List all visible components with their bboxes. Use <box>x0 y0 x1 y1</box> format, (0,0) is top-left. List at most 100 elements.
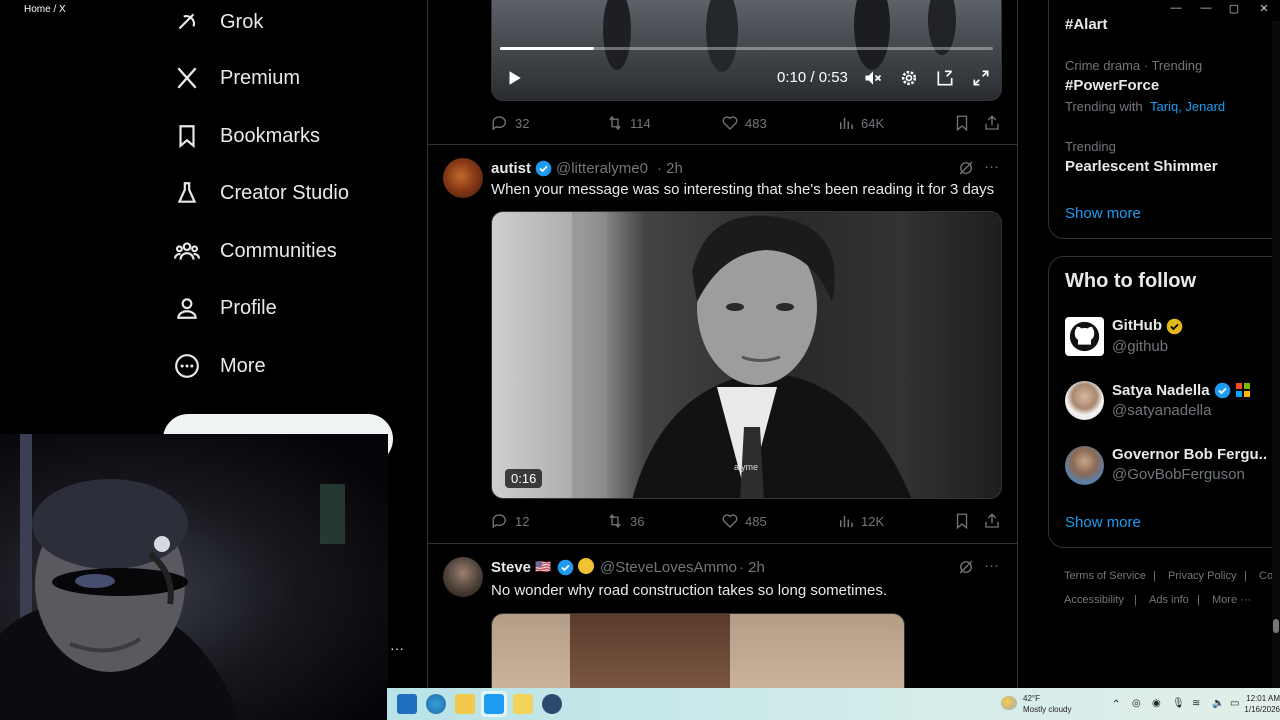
video-time: 0:10 / 0:53 <box>777 69 848 86</box>
views-button[interactable]: 64K <box>837 114 884 132</box>
reply-icon <box>492 514 506 529</box>
trend-related-links[interactable]: Tariq, Jenard <box>1150 99 1225 114</box>
wifi-icon[interactable]: ≋ <box>1192 698 1200 709</box>
video-player[interactable]: alyme 0:16 <box>491 211 1002 499</box>
steam-app-icon[interactable] <box>542 694 562 714</box>
trend-topic[interactable]: Pearlescent Shimmer <box>1065 158 1218 175</box>
nav-item-premium[interactable]: Premium <box>174 58 404 98</box>
verified-badge-icon <box>557 559 574 576</box>
tray-app-icon[interactable]: ◎ <box>1132 698 1141 709</box>
calculator-app-icon[interactable] <box>397 694 417 714</box>
views-button[interactable]: 12K <box>837 512 884 530</box>
file-explorer-icon[interactable] <box>455 694 475 714</box>
tweet-author-name[interactable]: autist <box>491 160 531 177</box>
nav-item-profile[interactable]: Profile <box>174 288 404 328</box>
nav-item-bookmarks[interactable]: Bookmarks <box>174 116 404 156</box>
nav-item-creator-studio[interactable]: Creator Studio <box>174 173 404 213</box>
pinned-app-icon[interactable] <box>513 694 533 714</box>
nav-label-creator-studio: Creator Studio <box>220 181 349 204</box>
edge-browser-icon[interactable] <box>426 694 446 714</box>
follow-handle[interactable]: @GovBobFerguson <box>1112 466 1245 483</box>
avatar[interactable] <box>443 158 483 198</box>
trends-panel <box>1048 0 1280 239</box>
microsoft-affiliate-icon <box>1236 383 1250 397</box>
tweet-handle[interactable]: @SteveLovesAmmo <box>600 559 737 576</box>
footer-link-accessibility[interactable]: Accessibility <box>1064 594 1124 606</box>
who-to-follow-show-more[interactable]: Show more <box>1065 514 1141 531</box>
footer-link-privacy[interactable]: Privacy Policy <box>1168 570 1236 582</box>
follow-name[interactable]: Governor Bob Fergu... <box>1112 446 1267 463</box>
nav-label-premium: Premium <box>220 66 301 89</box>
github-logo-icon <box>1069 321 1100 352</box>
heart-icon <box>722 116 738 130</box>
weather-icon[interactable] <box>1001 696 1017 710</box>
twitter-app-icon[interactable] <box>484 694 504 714</box>
microphone-icon[interactable]: 🎙 <box>1172 698 1185 709</box>
footer-link-terms[interactable]: Terms of Service <box>1064 570 1146 582</box>
picture-in-picture-icon[interactable] <box>935 68 955 88</box>
webcam-overlay <box>0 434 388 720</box>
footer-separator: | <box>1134 594 1137 606</box>
share-icon[interactable] <box>983 114 1001 132</box>
fullscreen-icon[interactable] <box>971 68 991 88</box>
tweet-time[interactable]: · 2h <box>739 559 765 576</box>
grok-icon[interactable] <box>957 558 975 576</box>
video-frame <box>572 212 912 498</box>
avatar[interactable] <box>1065 317 1104 356</box>
tweet-time[interactable]: · 2h <box>657 160 683 177</box>
follow-name[interactable]: Satya Nadella <box>1112 382 1210 399</box>
repost-icon <box>609 513 621 529</box>
tray-chevron-icon[interactable]: ⌃ <box>1112 699 1120 710</box>
repost-button[interactable]: 114 <box>606 114 651 132</box>
follow-name[interactable]: GitHub <box>1112 317 1162 334</box>
footer-link-more[interactable]: More ··· <box>1212 594 1251 606</box>
tray-location-icon[interactable]: ◉ <box>1152 698 1161 709</box>
follow-handle[interactable]: @satyanadella <box>1112 402 1211 419</box>
tweet-author-name[interactable]: Steve <box>491 559 531 576</box>
like-button[interactable]: 483 <box>721 114 767 132</box>
x-logo-icon <box>177 67 197 89</box>
more-dots-icon[interactable]: ··· <box>390 640 404 656</box>
video-player[interactable] <box>491 613 905 688</box>
tweet-handle[interactable]: @litteralyme0 <box>556 160 648 177</box>
avatar[interactable] <box>443 557 483 597</box>
nav-item-communities[interactable]: Communities <box>174 231 404 271</box>
grok-icon[interactable] <box>957 159 975 177</box>
nav-item-grok[interactable]: Grok <box>174 2 404 42</box>
video-frame <box>603 0 956 72</box>
video-progress-track[interactable] <box>500 47 993 50</box>
nav-item-more[interactable]: More <box>174 346 404 386</box>
nav-label-profile: Profile <box>220 296 277 319</box>
bookmark-icon[interactable] <box>953 512 971 530</box>
share-icon[interactable] <box>983 512 1001 530</box>
tweet-more-icon[interactable]: ··· <box>984 557 999 574</box>
footer-link-ads-info[interactable]: Ads info <box>1149 594 1189 606</box>
reply-button[interactable]: 12 <box>491 512 529 530</box>
trend-topic[interactable]: #PowerForce <box>1065 77 1159 94</box>
follow-handle[interactable]: @github <box>1112 338 1168 355</box>
reply-button[interactable]: 32 <box>491 114 529 132</box>
settings-gear-icon[interactable] <box>899 68 919 88</box>
weather-desc[interactable]: Mostly cloudy <box>1023 705 1071 714</box>
avatar[interactable] <box>1065 446 1104 485</box>
avatar[interactable] <box>1065 381 1104 420</box>
scrollbar-track[interactable] <box>1272 21 1280 688</box>
nav-label-grok: Grok <box>220 10 264 33</box>
play-icon[interactable] <box>505 69 523 87</box>
volume-icon[interactable]: 🔈 <box>1212 698 1224 709</box>
weather-temp[interactable]: 42°F <box>1023 694 1040 703</box>
repost-icon <box>609 115 621 131</box>
like-button[interactable]: 485 <box>721 512 767 530</box>
mute-icon[interactable] <box>863 68 883 88</box>
scrollbar-thumb[interactable] <box>1273 619 1279 633</box>
views-chart-icon <box>840 117 853 129</box>
clock-time[interactable]: 12:01 AM <box>1230 694 1280 703</box>
footer-link-cookies[interactable]: Co <box>1259 570 1273 582</box>
clock-date[interactable]: 1/16/2026 <box>1230 705 1280 714</box>
tweet-more-icon[interactable]: ··· <box>984 158 999 175</box>
trends-show-more[interactable]: Show more <box>1065 205 1141 222</box>
repost-button[interactable]: 36 <box>606 512 644 530</box>
bookmark-icon[interactable] <box>953 114 971 132</box>
bookmark-icon <box>179 125 195 149</box>
video-player[interactable]: 0:10 / 0:53 <box>491 0 1002 101</box>
